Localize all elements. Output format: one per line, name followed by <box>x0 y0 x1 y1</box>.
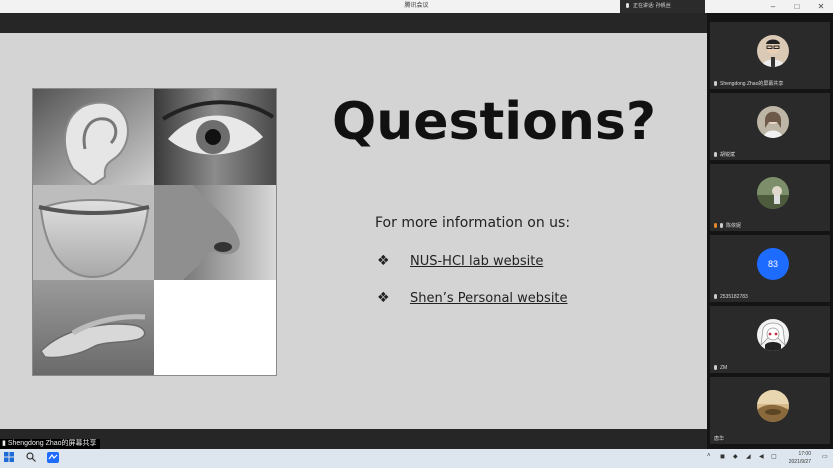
avatar <box>757 177 789 209</box>
slide-info-text: For more information on us: <box>375 215 571 231</box>
screen-share-label: ▮ Shengdong Zhao的屏幕共享 <box>0 439 100 449</box>
top-toolbar <box>0 13 707 33</box>
windows-start-icon[interactable] <box>3 452 15 465</box>
clock[interactable]: 17:00 2021/9/27 <box>789 450 811 466</box>
close-button[interactable]: ✕ <box>810 0 832 13</box>
avatar <box>757 35 789 67</box>
personal-website-link[interactable]: Shen’s Personal website <box>410 291 568 306</box>
participant-name: 胡锐斌 <box>714 151 735 158</box>
mic-icon <box>626 3 629 9</box>
avatar <box>757 106 789 138</box>
bottom-toolbar <box>0 429 707 449</box>
senses-collage-image <box>32 88 277 376</box>
participant-tile[interactable]: 陈依妮 <box>710 164 830 231</box>
participant-name: Shengdong Zhao的屏幕共享 <box>714 80 783 87</box>
minimize-button[interactable]: – <box>762 0 784 13</box>
tray-icon[interactable]: ◼ <box>720 453 725 460</box>
clock-time: 17:00 <box>798 451 811 457</box>
participant-name: 陈依妮 <box>714 222 741 229</box>
nus-hci-link[interactable]: NUS-HCI lab website <box>410 254 543 269</box>
participant-panel: Shengdong Zhao的屏幕共享 胡锐斌 陈依妮 83 253518278… <box>707 13 833 449</box>
mic-icon <box>714 81 717 87</box>
mic-icon <box>714 294 717 300</box>
participant-name: 唐华 <box>714 436 725 442</box>
slide-headline: Questions? <box>332 92 656 152</box>
participant-name: ZM <box>714 365 727 371</box>
clock-date: 2021/9/27 <box>788 459 811 465</box>
participant-tile[interactable]: 83 2535182783 <box>710 235 830 302</box>
share-icon: ▮ <box>2 440 6 447</box>
avatar <box>757 319 789 351</box>
participant-tile[interactable]: 唐华 <box>710 377 830 444</box>
avatar <box>757 390 789 422</box>
bullet-icon: ❖ <box>377 253 390 269</box>
speaking-label: 正在讲话: 孙帆丝 <box>633 3 671 9</box>
search-icon[interactable] <box>25 452 37 465</box>
mic-icon <box>720 223 723 229</box>
speaker-icon <box>714 223 717 229</box>
participant-name: 2535182783 <box>714 294 748 300</box>
mic-icon <box>714 152 717 158</box>
meeting-app-icon[interactable] <box>46 452 60 465</box>
mic-icon <box>714 365 717 371</box>
maximize-button[interactable]: □ <box>786 0 808 13</box>
avatar: 83 <box>757 248 789 280</box>
speaking-indicator: 正在讲话: 孙帆丝 <box>620 0 705 13</box>
window-title-bar: 腾讯会议 – □ ✕ <box>0 0 833 13</box>
participant-tile[interactable]: ZM <box>710 306 830 373</box>
os-taskbar: ˄ ◼ ◆ ◢ ◀ ▢ 17:00 2021/9/27 ▭ <box>0 449 833 468</box>
input-method-icon[interactable]: ▢ <box>771 453 777 460</box>
tray-icon[interactable]: ◆ <box>733 453 738 460</box>
volume-icon[interactable]: ◀ <box>759 453 764 460</box>
share-label-text: Shengdong Zhao的屏幕共享 <box>7 440 97 447</box>
bullet-icon: ❖ <box>377 290 390 306</box>
window-title: 腾讯会议 <box>404 3 429 9</box>
network-icon[interactable]: ◢ <box>746 453 751 460</box>
participant-tile[interactable]: Shengdong Zhao的屏幕共享 <box>710 22 830 89</box>
collage-svg <box>33 89 276 375</box>
notification-icon[interactable]: ▭ <box>822 453 828 460</box>
tray-expand-icon[interactable]: ˄ <box>707 453 711 459</box>
participant-tile[interactable]: 胡锐斌 <box>710 93 830 160</box>
